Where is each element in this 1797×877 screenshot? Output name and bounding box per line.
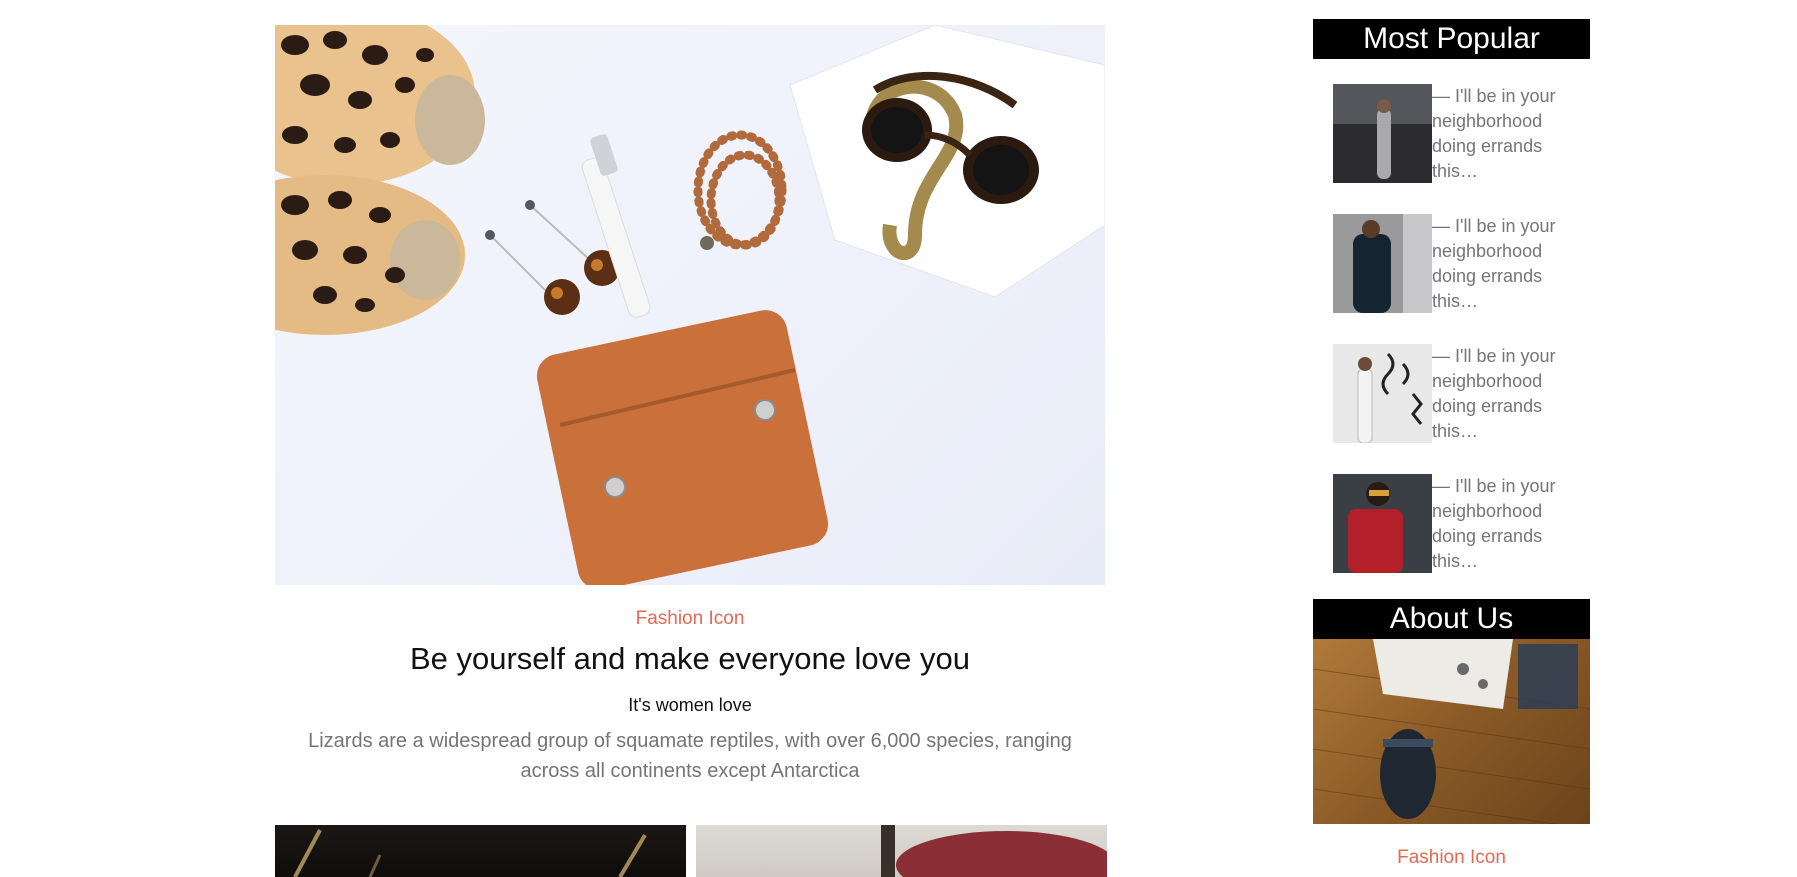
featured-image[interactable] (275, 25, 1105, 585)
popular-post-item[interactable]: — I'll be in your neighborhood doing err… (1333, 214, 1573, 314)
post-excerpt: Lizards are a widespread group of squama… (308, 730, 1072, 782)
street-scene-graphic (881, 825, 1107, 877)
post-subtitle: It's women love (628, 695, 752, 715)
popular-post-item[interactable]: — I'll be in your neighborhood doing err… (1333, 344, 1573, 444)
dark-interior-graphic (293, 829, 647, 877)
about-us-image[interactable] (1313, 639, 1590, 824)
popular-post-excerpt[interactable]: — I'll be in your neighborhood doing err… (1432, 344, 1572, 444)
most-popular-heading: Most Popular (1313, 19, 1590, 59)
popular-post-item[interactable]: — I'll be in your neighborhood doing err… (1333, 84, 1573, 184)
about-category-link[interactable]: Fashion Icon (1313, 847, 1590, 869)
bead-bracelet-graphic (693, 130, 787, 250)
post-title[interactable]: Be yourself and make everyone love you (275, 641, 1105, 677)
popular-post-item[interactable]: — I'll be in your neighborhood doing err… (1333, 474, 1573, 574)
about-us-heading: About Us (1313, 599, 1590, 639)
popular-post-excerpt[interactable]: — I'll be in your neighborhood doing err… (1432, 474, 1572, 574)
leather-pouch-graphic (536, 310, 829, 585)
popular-post-excerpt[interactable]: — I'll be in your neighborhood doing err… (1432, 214, 1572, 314)
popular-post-thumbnail[interactable] (1333, 84, 1432, 183)
post-category-link[interactable]: Fashion Icon (275, 608, 1105, 630)
store-interior-graphic (1313, 639, 1590, 824)
popular-post-thumbnail[interactable] (1333, 344, 1432, 443)
popular-post-thumbnail[interactable] (1333, 214, 1432, 313)
popular-post-thumbnail[interactable] (1333, 474, 1432, 573)
perfume-vial-graphic (581, 134, 651, 318)
flatlay-illustration (275, 25, 1105, 585)
post-thumbnail[interactable] (696, 825, 1107, 877)
book-graphic (789, 25, 1105, 298)
post-thumbnail[interactable] (275, 825, 686, 877)
leopard-shoes-graphic (275, 25, 485, 335)
popular-post-excerpt[interactable]: — I'll be in your neighborhood doing err… (1432, 84, 1572, 184)
